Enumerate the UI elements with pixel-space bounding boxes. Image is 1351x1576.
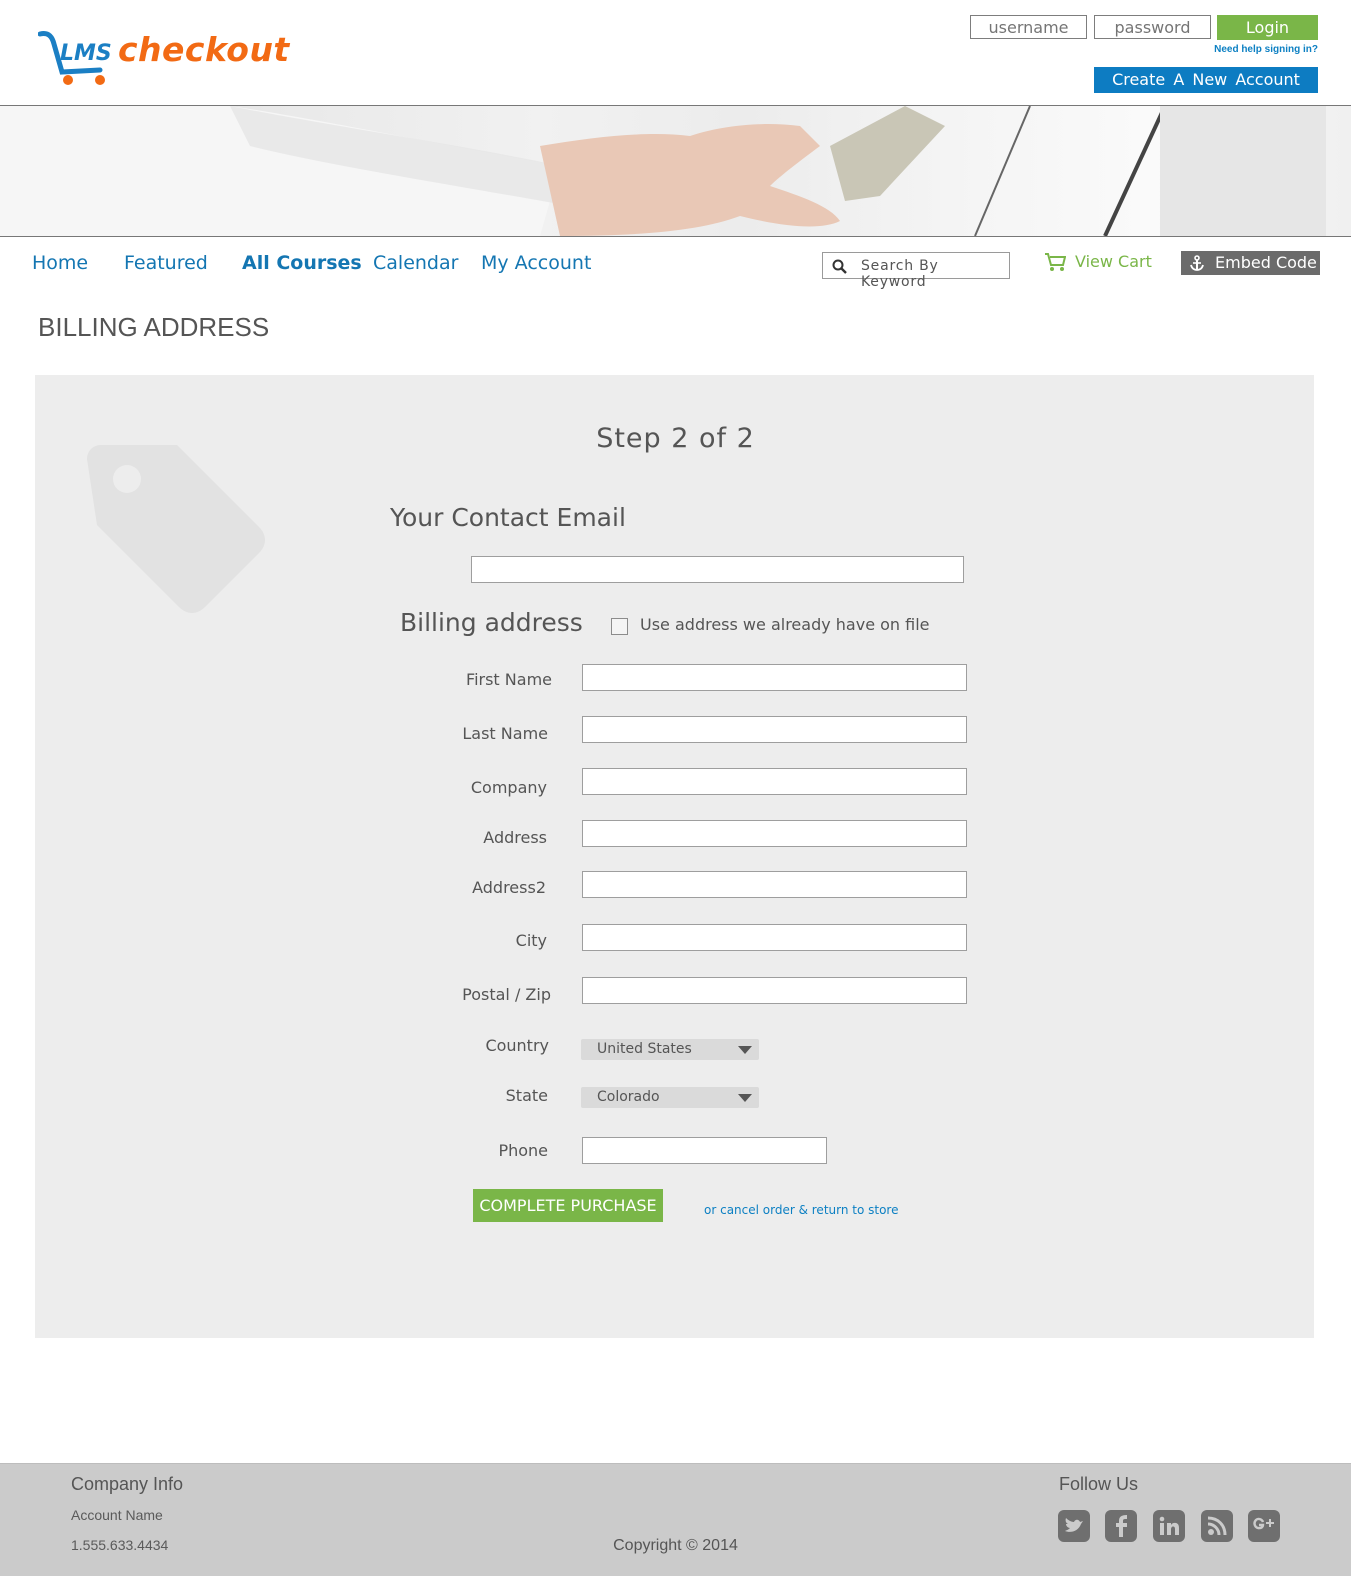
address-field[interactable] <box>582 820 967 847</box>
follow-us-heading: Follow Us <box>1059 1474 1139 1494</box>
search-box[interactable]: Search By Keyword <box>822 252 1010 290</box>
first-name-label: First Name <box>466 670 552 689</box>
cancel-order-link[interactable]: or cancel order & return to store <box>704 1203 898 1217</box>
footer <box>0 1463 1351 1576</box>
country-select[interactable]: United States <box>581 1039 759 1060</box>
search-icon <box>832 259 847 274</box>
chevron-down-icon <box>738 1046 752 1054</box>
page-title: BILLING ADDRESS <box>38 312 270 342</box>
first-name-field[interactable] <box>582 664 967 691</box>
nav-calendar[interactable]: Calendar <box>373 252 458 274</box>
embed-code-button[interactable]: Embed Code <box>1181 251 1320 275</box>
rss-icon[interactable] <box>1201 1510 1233 1542</box>
nav-all-courses[interactable]: All Courses <box>242 252 362 274</box>
google-plus-icon[interactable] <box>1248 1510 1280 1542</box>
password-input[interactable] <box>1094 15 1211 39</box>
contact-email-heading: Your Contact Email <box>390 503 626 532</box>
hero-banner <box>0 105 1351 237</box>
use-on-file-checkbox[interactable] <box>611 618 628 635</box>
price-tag-icon <box>87 445 265 613</box>
city-label: City <box>515 931 547 950</box>
billing-heading: Billing address <box>400 608 583 637</box>
address-label: Address <box>483 828 547 847</box>
login-button[interactable]: Login <box>1217 15 1318 40</box>
copyright: Copyright © 2014 <box>613 1537 738 1554</box>
phone-label: Phone <box>498 1141 548 1160</box>
postal-field[interactable] <box>582 977 967 1004</box>
chevron-down-icon <box>738 1094 752 1102</box>
company-label: Company <box>470 778 547 797</box>
use-on-file-label: Use address we already have on file <box>640 615 930 634</box>
address2-label: Address2 <box>472 878 546 897</box>
complete-purchase-button[interactable]: COMPLETE PURCHASE <box>473 1189 663 1222</box>
anchor-icon <box>1190 255 1204 271</box>
hero-image <box>0 106 1326 236</box>
linkedin-icon[interactable] <box>1153 1510 1185 1542</box>
nav-home[interactable]: Home <box>32 252 88 274</box>
company-field[interactable] <box>582 768 967 795</box>
search-placeholder: Search By Keyword <box>861 258 939 290</box>
embed-code-label: Embed Code <box>1215 253 1317 272</box>
state-value: Colorado <box>597 1089 660 1105</box>
city-field[interactable] <box>582 924 967 951</box>
cart-icon <box>1045 253 1066 271</box>
state-select[interactable]: Colorado <box>581 1087 759 1108</box>
last-name-label: Last Name <box>462 724 548 743</box>
country-value: United States <box>597 1041 692 1057</box>
phone-field[interactable] <box>582 1137 827 1164</box>
account-name: Account Name <box>71 1507 163 1523</box>
step-indicator: Step 2 of 2 <box>596 423 755 454</box>
svg-text:LMS: LMS <box>60 41 112 66</box>
state-label: State <box>505 1086 548 1105</box>
company-info-heading: Company Info <box>71 1474 184 1494</box>
nav-featured[interactable]: Featured <box>124 252 208 274</box>
brand-name: checkout <box>118 30 290 69</box>
username-input[interactable] <box>970 15 1087 39</box>
last-name-field[interactable] <box>582 716 967 743</box>
country-label: Country <box>485 1036 549 1055</box>
create-account-button[interactable]: Create A New Account <box>1094 67 1318 93</box>
nav-my-account[interactable]: My Account <box>481 252 591 274</box>
billing-panel <box>35 375 1314 1338</box>
facebook-icon[interactable] <box>1105 1510 1137 1542</box>
address2-field[interactable] <box>582 871 967 898</box>
cart-logo-icon: LMS <box>38 31 112 85</box>
email-field[interactable] <box>471 556 964 583</box>
postal-label: Postal / Zip <box>462 985 551 1004</box>
help-signin-link[interactable]: Need help signing in? <box>1170 44 1318 55</box>
view-cart-label: View Cart <box>1075 252 1152 271</box>
twitter-icon[interactable] <box>1058 1510 1090 1542</box>
